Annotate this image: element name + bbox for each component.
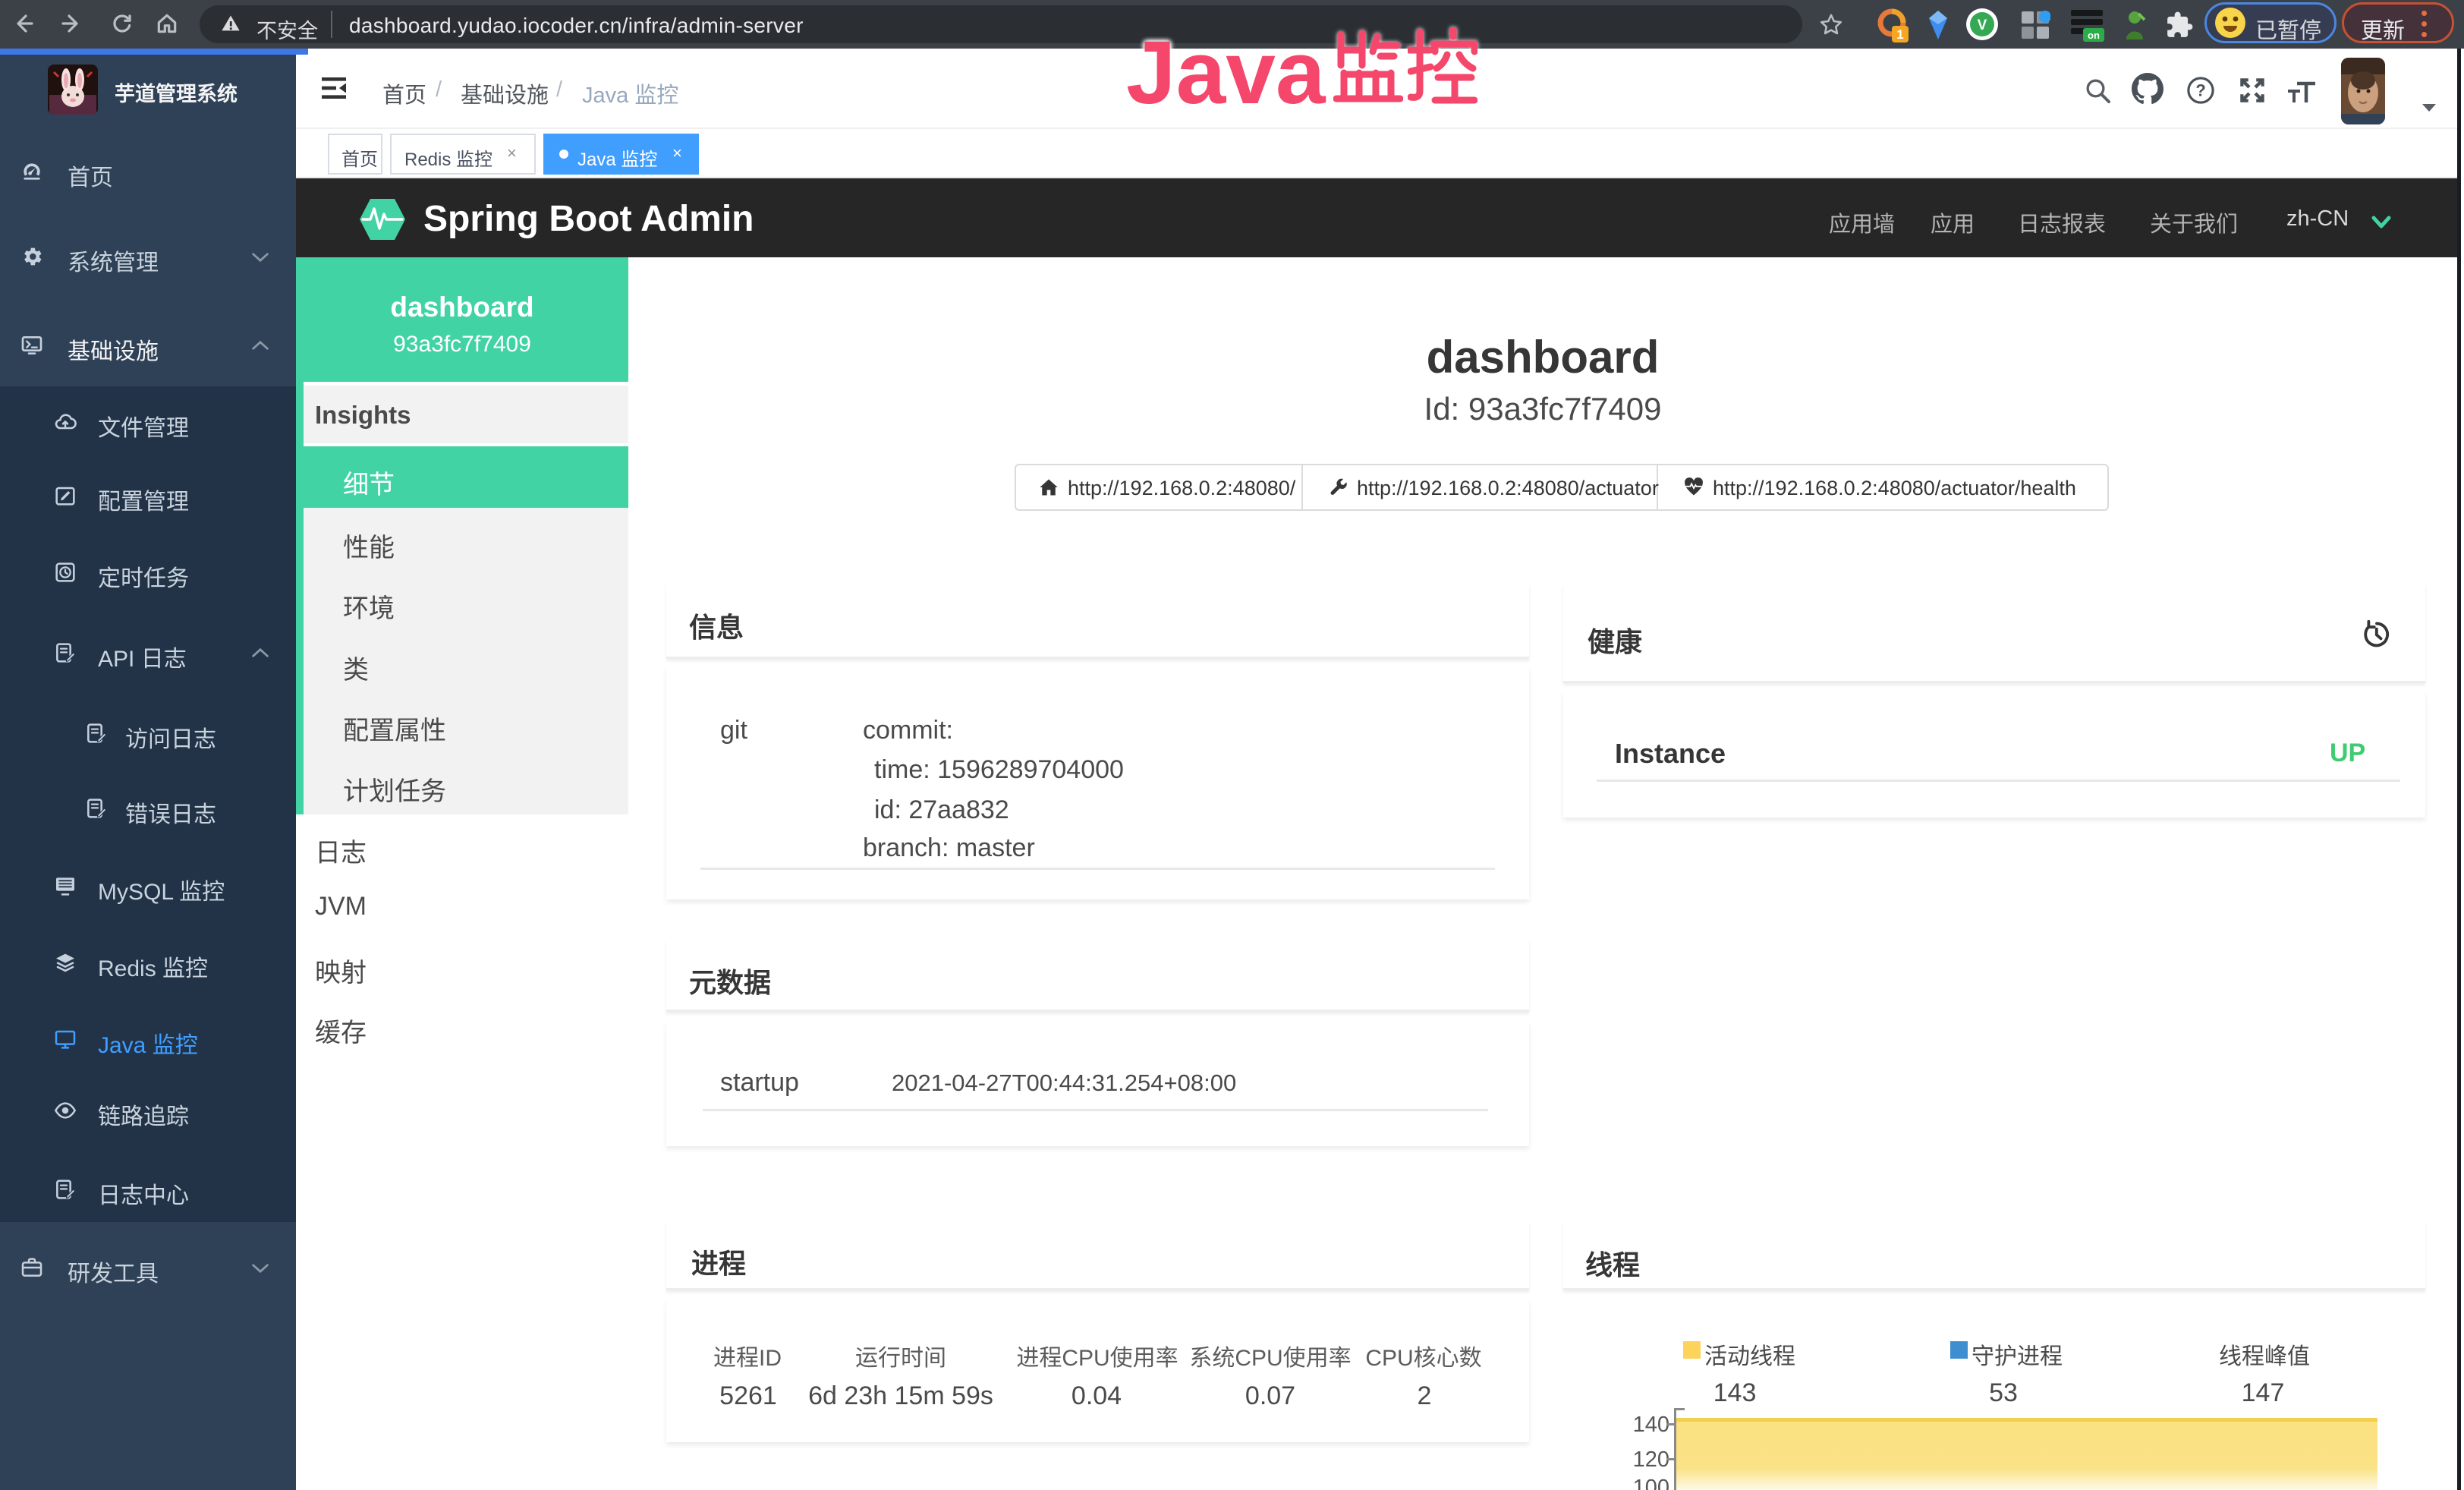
svg-text:V: V <box>1978 17 1987 33</box>
svg-text:on: on <box>2088 30 2100 41</box>
svg-text:1: 1 <box>1896 27 1903 42</box>
svg-text:?: ? <box>2195 81 2205 100</box>
